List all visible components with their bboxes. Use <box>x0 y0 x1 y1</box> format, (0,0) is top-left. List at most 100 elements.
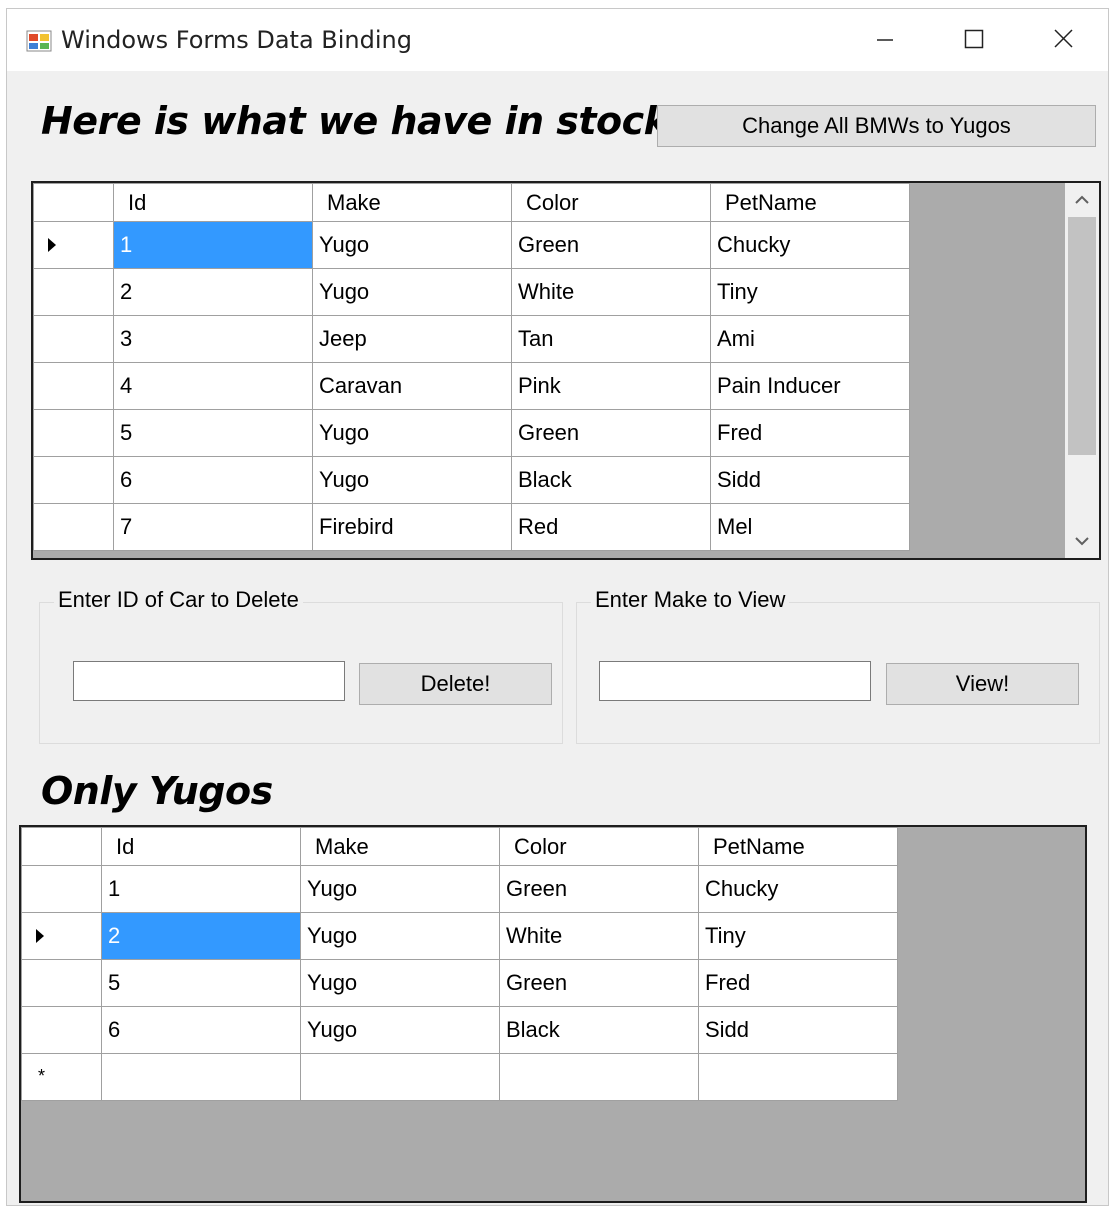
table-row[interactable]: 2 Yugo White Tiny <box>33 268 910 316</box>
inventory-scrollbar[interactable] <box>1065 183 1099 558</box>
row-header[interactable] <box>21 1006 102 1054</box>
table-row[interactable]: 3 Jeep Tan Ami <box>33 315 910 363</box>
row-header[interactable] <box>21 912 102 960</box>
cell-petname[interactable]: Tiny <box>698 912 898 960</box>
table-row[interactable]: 4 Caravan Pink Pain Inducer <box>33 362 910 410</box>
cell-color[interactable]: Green <box>511 221 711 269</box>
cell-petname[interactable] <box>698 1053 898 1101</box>
cell-id[interactable]: 6 <box>113 456 313 504</box>
view-make-input[interactable] <box>599 661 871 701</box>
yugos-corner-header[interactable] <box>21 827 102 866</box>
view-group-legend: Enter Make to View <box>591 587 790 613</box>
minimize-button[interactable] <box>863 19 907 59</box>
cell-color[interactable]: Green <box>511 409 711 457</box>
inventory-header-id[interactable]: Id <box>113 183 313 222</box>
table-row[interactable]: 2 Yugo White Tiny <box>21 912 898 960</box>
title-bar[interactable]: Windows Forms Data Binding <box>7 9 1108 71</box>
delete-button[interactable]: Delete! <box>359 663 552 705</box>
cell-color[interactable]: Green <box>499 959 699 1007</box>
cell-petname[interactable]: Chucky <box>698 865 898 913</box>
cell-petname[interactable]: Fred <box>710 409 910 457</box>
table-row[interactable]: 1 Yugo Green Chucky <box>33 221 910 269</box>
cell-petname[interactable]: Chucky <box>710 221 910 269</box>
row-header[interactable] <box>33 362 114 410</box>
inventory-corner-header[interactable] <box>33 183 114 222</box>
row-header[interactable] <box>33 456 114 504</box>
cell-make[interactable]: Yugo <box>300 865 500 913</box>
cell-petname[interactable]: Ami <box>710 315 910 363</box>
inventory-grid[interactable]: Id Make Color PetName 1 Yugo Green Chucky 2 Y… <box>31 181 1101 560</box>
table-row[interactable]: 5 Yugo Green Fred <box>33 409 910 457</box>
cell-make[interactable]: Yugo <box>312 268 512 316</box>
row-header[interactable] <box>33 503 114 551</box>
cell-make[interactable]: Yugo <box>312 221 512 269</box>
inventory-header-petname[interactable]: PetName <box>710 183 910 222</box>
yugos-header-make[interactable]: Make <box>300 827 500 866</box>
maximize-button[interactable] <box>951 19 995 59</box>
cell-id[interactable]: 1 <box>113 221 313 269</box>
scroll-thumb[interactable] <box>1068 217 1096 455</box>
table-row[interactable]: 5 Yugo Green Fred <box>21 959 898 1007</box>
cell-make[interactable]: Yugo <box>312 456 512 504</box>
inventory-header-make[interactable]: Make <box>312 183 512 222</box>
change-bmws-button[interactable]: Change All BMWs to Yugos <box>657 105 1096 147</box>
cell-color[interactable]: Black <box>511 456 711 504</box>
cell-color[interactable]: White <box>511 268 711 316</box>
row-header[interactable]: * <box>21 1053 102 1101</box>
cell-petname[interactable]: Fred <box>698 959 898 1007</box>
cell-petname[interactable]: Mel <box>710 503 910 551</box>
cell-petname[interactable]: Sidd <box>710 456 910 504</box>
cell-petname[interactable]: Pain Inducer <box>710 362 910 410</box>
yugos-header-petname[interactable]: PetName <box>698 827 898 866</box>
cell-id[interactable]: 5 <box>113 409 313 457</box>
cell-id[interactable]: 6 <box>101 1006 301 1054</box>
cell-make[interactable]: Jeep <box>312 315 512 363</box>
cell-make[interactable]: Caravan <box>312 362 512 410</box>
stock-heading: Here is what we have in stock <box>41 99 669 143</box>
cell-make[interactable]: Yugo <box>312 409 512 457</box>
table-row[interactable]: 7 Firebird Red Mel <box>33 503 910 551</box>
minimize-icon <box>877 39 893 41</box>
cell-color[interactable]: Red <box>511 503 711 551</box>
cell-color[interactable]: Green <box>499 865 699 913</box>
cell-id[interactable]: 7 <box>113 503 313 551</box>
new-row[interactable]: * <box>21 1053 898 1101</box>
scroll-up-button[interactable] <box>1065 183 1099 217</box>
yugos-header-color[interactable]: Color <box>499 827 699 866</box>
row-header[interactable] <box>33 315 114 363</box>
cell-make[interactable] <box>300 1053 500 1101</box>
inventory-header-color[interactable]: Color <box>511 183 711 222</box>
yugos-grid[interactable]: Id Make Color PetName 1 Yugo Green Chucky 2 Y… <box>19 825 1087 1203</box>
cell-color[interactable] <box>499 1053 699 1101</box>
cell-id[interactable]: 5 <box>101 959 301 1007</box>
row-header[interactable] <box>33 221 114 269</box>
cell-petname[interactable]: Tiny <box>710 268 910 316</box>
cell-color[interactable]: White <box>499 912 699 960</box>
close-button[interactable] <box>1041 19 1085 59</box>
cell-make[interactable]: Yugo <box>300 1006 500 1054</box>
cell-id[interactable] <box>101 1053 301 1101</box>
cell-id[interactable]: 1 <box>101 865 301 913</box>
table-row[interactable]: 6 Yugo Black Sidd <box>21 1006 898 1054</box>
row-header[interactable] <box>21 865 102 913</box>
row-header[interactable] <box>33 409 114 457</box>
cell-color[interactable]: Tan <box>511 315 711 363</box>
row-header[interactable] <box>21 959 102 1007</box>
cell-id[interactable]: 2 <box>101 912 301 960</box>
cell-color[interactable]: Pink <box>511 362 711 410</box>
view-button[interactable]: View! <box>886 663 1079 705</box>
scroll-down-button[interactable] <box>1065 524 1099 558</box>
cell-id[interactable]: 4 <box>113 362 313 410</box>
cell-petname[interactable]: Sidd <box>698 1006 898 1054</box>
cell-id[interactable]: 3 <box>113 315 313 363</box>
table-row[interactable]: 6 Yugo Black Sidd <box>33 456 910 504</box>
cell-id[interactable]: 2 <box>113 268 313 316</box>
cell-make[interactable]: Yugo <box>300 912 500 960</box>
cell-color[interactable]: Black <box>499 1006 699 1054</box>
table-row[interactable]: 1 Yugo Green Chucky <box>21 865 898 913</box>
cell-make[interactable]: Yugo <box>300 959 500 1007</box>
yugos-header-id[interactable]: Id <box>101 827 301 866</box>
cell-make[interactable]: Firebird <box>312 503 512 551</box>
row-header[interactable] <box>33 268 114 316</box>
delete-id-input[interactable] <box>73 661 345 701</box>
